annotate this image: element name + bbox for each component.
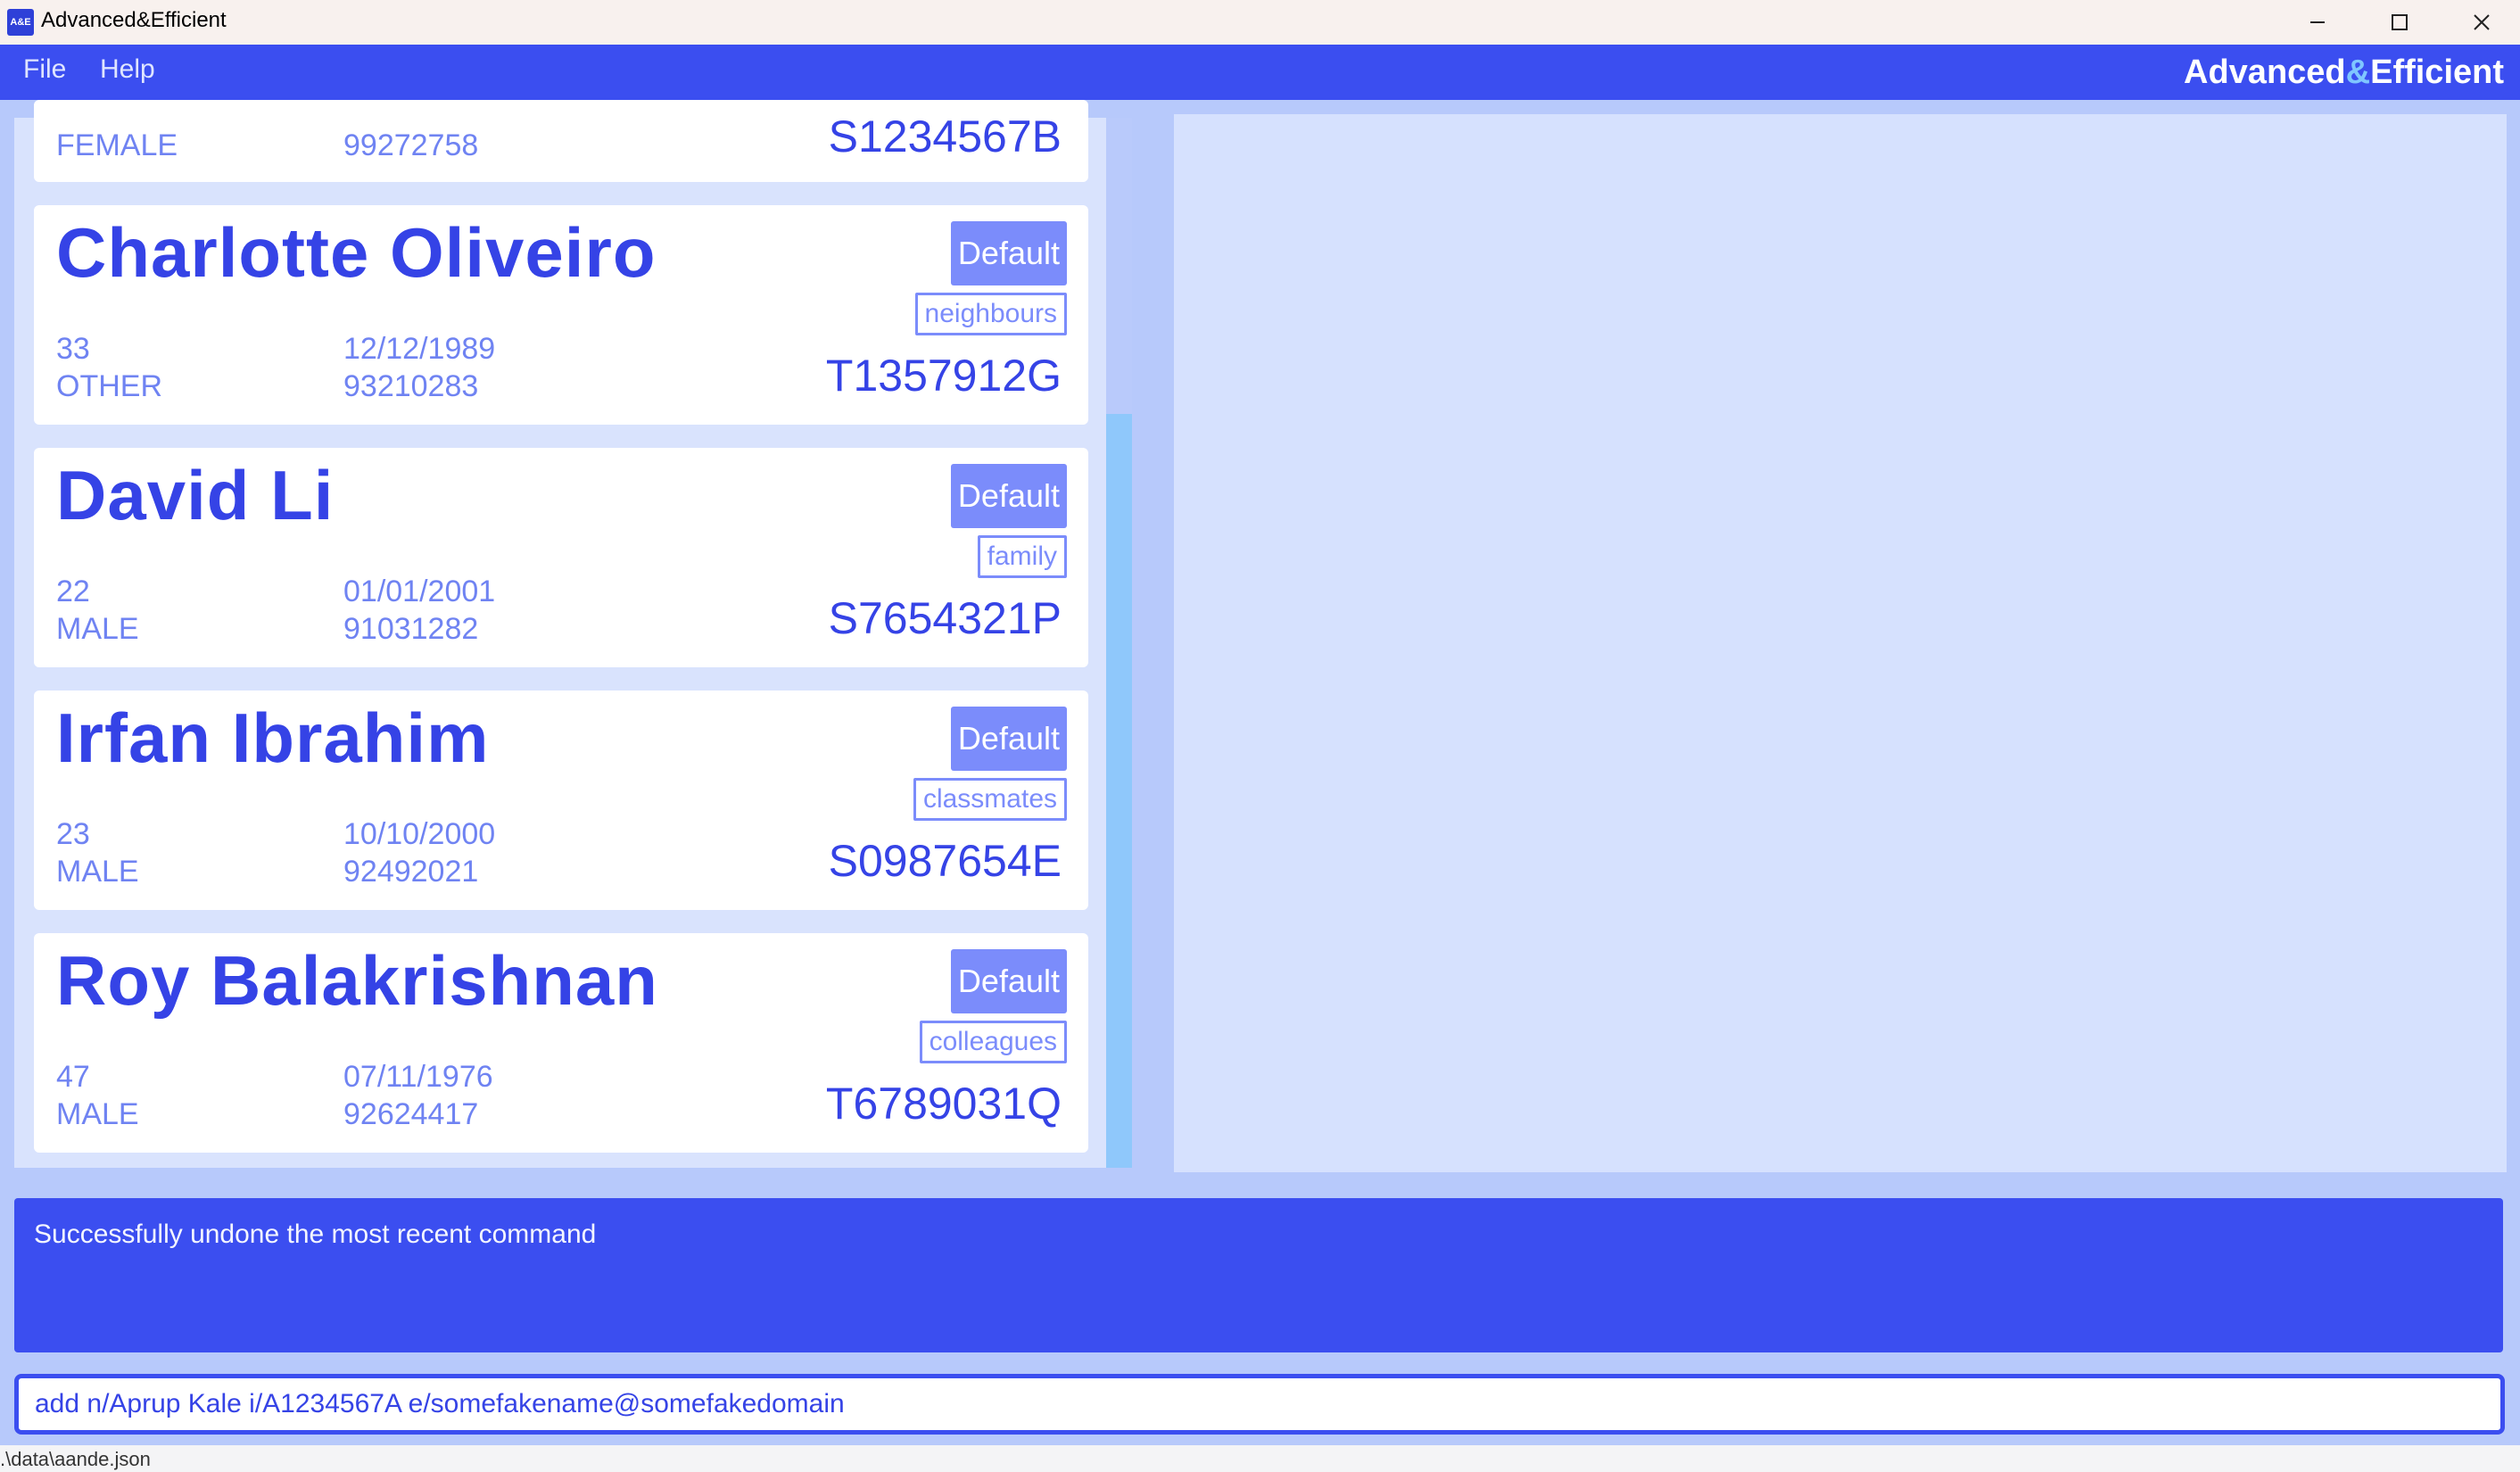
minimize-icon: [2310, 21, 2325, 23]
person-card[interactable]: Irfan Ibrahim Default classmates 23 MALE…: [34, 691, 1088, 910]
app-icon: A&E: [7, 9, 34, 36]
person-age: 33: [56, 332, 90, 366]
result-display: Successfully undone the most recent comm…: [14, 1198, 2503, 1352]
person-card[interactable]: FEMALE 99272758 S1234567B: [34, 100, 1088, 182]
status-bar: .\data\aande.json: [0, 1445, 2520, 1472]
person-phone: 99272758: [343, 128, 479, 162]
person-birthday: 12/12/1989: [343, 332, 496, 366]
person-age: 23: [56, 817, 90, 851]
result-text: Successfully undone the most recent comm…: [34, 1220, 597, 1249]
detail-panel: [1174, 114, 2507, 1172]
brand-amp: &: [2345, 54, 2371, 91]
person-tag: neighbours: [914, 293, 1067, 335]
maximize-icon: [2392, 14, 2408, 30]
person-tag: colleagues: [919, 1021, 1067, 1063]
group-badge[interactable]: Default: [950, 707, 1067, 771]
person-phone: 91031282: [343, 612, 479, 646]
close-icon: [2474, 14, 2490, 30]
command-input[interactable]: [14, 1374, 2505, 1435]
menu-file[interactable]: File: [23, 54, 66, 85]
person-birthday: 10/10/2000: [343, 817, 496, 851]
minimize-button[interactable]: [2276, 0, 2359, 45]
maximize-button[interactable]: [2359, 0, 2441, 45]
person-card[interactable]: David Li Default family 22 MALE 01/01/20…: [34, 448, 1088, 667]
person-gender: MALE: [56, 855, 139, 889]
menu-bar: File Help Advanced&Efficient: [0, 45, 2520, 100]
person-nric: T6789031Q: [825, 1079, 1062, 1129]
person-nric: S7654321P: [828, 593, 1062, 643]
group-badge[interactable]: Default: [950, 949, 1067, 1013]
group-badge[interactable]: Default: [950, 221, 1067, 285]
person-card[interactable]: Charlotte Oliveiro Default neighbours 33…: [34, 205, 1088, 425]
person-gender: OTHER: [56, 369, 162, 403]
close-button[interactable]: [2441, 0, 2520, 45]
person-tag: classmates: [913, 778, 1067, 821]
person-name: Roy Balakrishnan: [56, 941, 658, 1020]
brand-logo: Advanced&Efficient: [2184, 54, 2504, 92]
save-location: .\data\aande.json: [0, 1448, 151, 1470]
brand-right: Efficient: [2370, 54, 2504, 91]
person-gender: FEMALE: [56, 128, 178, 162]
title-bar: A&E Advanced&Efficient: [0, 0, 2520, 45]
group-badge[interactable]: Default: [950, 464, 1067, 528]
person-gender: MALE: [56, 1097, 139, 1131]
person-phone: 92624417: [343, 1097, 479, 1131]
scrollbar-thumb[interactable]: [1106, 414, 1132, 1168]
person-nric: T1357912G: [825, 351, 1062, 401]
person-name: Charlotte Oliveiro: [56, 213, 657, 292]
person-phone: 92492021: [343, 855, 479, 889]
person-birthday: 07/11/1976: [343, 1060, 493, 1094]
window-title: Advanced&Efficient: [41, 8, 227, 32]
person-age: 22: [56, 575, 90, 608]
person-name: David Li: [56, 456, 335, 534]
person-nric: S1234567B: [828, 112, 1062, 161]
person-phone: 93210283: [343, 369, 479, 403]
person-card[interactable]: Roy Balakrishnan Default colleagues 47 M…: [34, 933, 1088, 1153]
person-gender: MALE: [56, 612, 139, 646]
person-tag: family: [977, 535, 1067, 578]
menu-help[interactable]: Help: [100, 54, 155, 85]
person-nric: S0987654E: [828, 836, 1062, 886]
person-age: 47: [56, 1060, 90, 1094]
person-birthday: 01/01/2001: [343, 575, 496, 608]
person-name: Irfan Ibrahim: [56, 699, 490, 777]
brand-left: Advanced: [2184, 54, 2346, 91]
